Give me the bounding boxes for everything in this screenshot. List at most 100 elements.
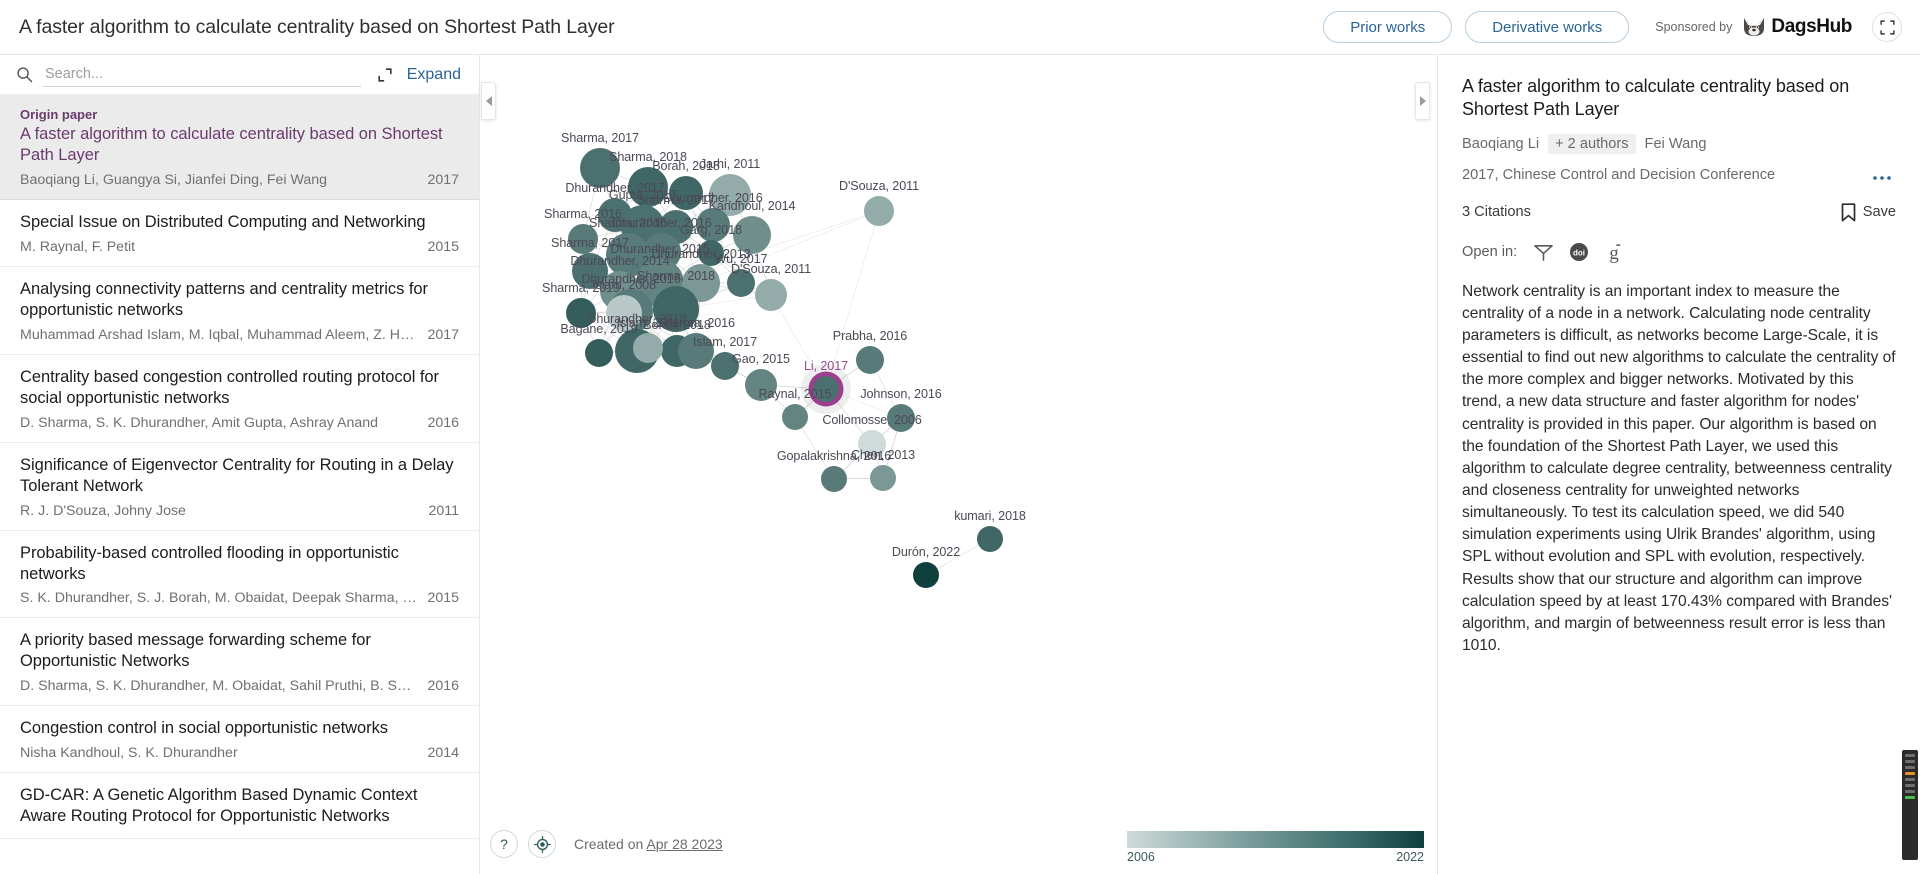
paper-year: 2016 [427, 678, 459, 695]
semantic-scholar-icon[interactable] [1533, 242, 1554, 263]
legend-gradient-bar [1127, 831, 1424, 848]
graph-node[interactable] [678, 333, 714, 369]
graph-network[interactable] [480, 55, 1437, 874]
list-item[interactable]: Origin paper A faster algorithm to calcu… [0, 95, 479, 200]
graph-nodes [566, 148, 1003, 588]
graph-node[interactable] [727, 269, 755, 297]
expand-button[interactable]: Expand [407, 66, 465, 84]
paper-year: 2017 [427, 326, 459, 343]
widget-tick [1905, 784, 1915, 787]
list-item[interactable]: Significance of Eigenvector Centrality f… [0, 443, 479, 531]
list-item[interactable]: Analysing connectivity patterns and cent… [0, 267, 479, 355]
top-bar: A faster algorithm to calculate centrali… [0, 0, 1920, 55]
scroll-indicator-widget[interactable] [1902, 750, 1918, 860]
graph-node[interactable] [977, 526, 1003, 552]
paper-meta: R. J. D'Souza, Johny Jose 2011 [20, 503, 459, 519]
svg-text:doi: doi [1573, 249, 1585, 258]
graph-node[interactable] [887, 404, 915, 432]
paper-title: Centrality based congestion controlled r… [20, 367, 439, 407]
graph-node[interactable] [782, 404, 808, 430]
created-on-date[interactable]: Apr 28 2023 [646, 836, 722, 852]
graph-node[interactable] [856, 346, 884, 374]
graph-node[interactable] [568, 224, 598, 254]
paper-meta: D. Sharma, S. K. Dhurandher, Amit Gupta,… [20, 415, 459, 431]
detail-venue-row: 2017, Chinese Control and Decision Confe… [1462, 166, 1896, 185]
ellipsis-icon [1873, 175, 1891, 180]
created-on-text: Created on Apr 28 2023 [574, 836, 723, 852]
graph-node[interactable] [711, 352, 739, 380]
paper-meta: Baoqiang Li, Guangya Si, Jianfei Ding, F… [20, 172, 459, 188]
widget-tick-green [1905, 796, 1915, 799]
list-item[interactable]: Special Issue on Distributed Computing a… [0, 200, 479, 267]
graph-node[interactable] [606, 295, 642, 331]
list-item[interactable]: Probability-based controlled flooding in… [0, 531, 479, 619]
fullscreen-button[interactable] [1872, 12, 1902, 42]
additional-authors-chip[interactable]: + 2 authors [1548, 133, 1636, 154]
expand-diagonal-icon[interactable] [375, 65, 395, 85]
paper-list[interactable]: Origin paper A faster algorithm to calcu… [0, 95, 479, 874]
graph-node[interactable] [566, 298, 596, 328]
graph-node[interactable] [813, 376, 839, 402]
fullscreen-icon [1879, 19, 1895, 35]
graph-node[interactable] [628, 167, 668, 207]
list-item[interactable]: A priority based message forwarding sche… [0, 618, 479, 707]
collapse-detail-handle[interactable] [1415, 82, 1430, 120]
collapse-sidebar-handle[interactable] [481, 82, 496, 120]
chevron-left-icon [485, 96, 492, 106]
paper-authors: Muhammad Arshad Islam, M. Iqbal, Muhamma… [20, 326, 418, 343]
save-button[interactable]: Save [1841, 203, 1896, 222]
more-options-button[interactable] [1868, 166, 1896, 185]
dagshub-logo[interactable]: DagsHub [1741, 16, 1852, 38]
author-last[interactable]: Fei Wang [1645, 136, 1707, 152]
open-in-row: Open in: doi g [1462, 242, 1896, 263]
graph-node[interactable] [633, 333, 663, 363]
graph-node[interactable] [913, 562, 939, 588]
graph-node[interactable] [585, 339, 613, 367]
graph-node[interactable] [864, 196, 894, 226]
search-input[interactable] [43, 62, 361, 87]
graph-node[interactable] [858, 430, 886, 458]
paper-meta: M. Raynal, F. Petit 2015 [20, 239, 459, 255]
graph-node[interactable] [696, 208, 730, 242]
list-item[interactable]: Centrality based congestion controlled r… [0, 355, 479, 443]
graph-node[interactable] [821, 466, 847, 492]
help-button[interactable]: ? [490, 830, 518, 858]
abstract-text: Network centrality is an important index… [1462, 282, 1896, 655]
graph-node[interactable] [669, 176, 703, 210]
paper-title: Significance of Eigenvector Centrality f… [20, 455, 454, 495]
graph-node[interactable] [698, 240, 724, 266]
google-scholar-icon[interactable]: g [1604, 242, 1624, 263]
list-item[interactable]: GD-CAR: A Genetic Algorithm Based Dynami… [0, 773, 479, 840]
legend-min-year: 2006 [1127, 850, 1155, 864]
legend-max-year: 2022 [1396, 850, 1424, 864]
list-item[interactable]: Congestion control in social opportunist… [0, 706, 479, 774]
author-first[interactable]: Baoqiang Li [1462, 136, 1539, 152]
widget-tick [1905, 778, 1915, 781]
year-color-legend: 2006 2022 [1127, 831, 1424, 864]
paper-year: 2017 [427, 171, 459, 188]
doi-icon[interactable]: doi [1569, 242, 1589, 262]
graph-node[interactable] [733, 216, 771, 254]
created-on-prefix: Created on [574, 836, 647, 852]
search-icon [16, 66, 33, 83]
paper-title: Congestion control in social opportunist… [20, 719, 388, 738]
topbar-actions: Prior works Derivative works Sponsored b… [1323, 11, 1920, 43]
widget-tick [1905, 790, 1915, 793]
detail-title: A faster algorithm to calculate centrali… [1462, 76, 1850, 120]
graph-node[interactable] [745, 369, 777, 401]
graph-node[interactable] [653, 286, 699, 332]
graph-node[interactable] [755, 279, 787, 311]
focus-button[interactable] [528, 830, 556, 858]
derivative-works-button[interactable]: Derivative works [1465, 11, 1630, 43]
graph-node[interactable] [870, 465, 896, 491]
graph-node[interactable] [580, 148, 620, 188]
save-label: Save [1862, 204, 1896, 221]
detail-panel: A faster algorithm to calculate centrali… [1437, 55, 1920, 874]
paper-title: A faster algorithm to calculate centrali… [20, 125, 443, 164]
prior-works-button[interactable]: Prior works [1323, 11, 1453, 43]
svg-text:g: g [1609, 243, 1619, 263]
graph-canvas[interactable]: Sharma, 2017 Sharma, 2018 Borah, 2018 Jarhi… [480, 55, 1437, 874]
open-in-label: Open in: [1462, 244, 1518, 261]
legend-labels: 2006 2022 [1127, 850, 1424, 864]
focus-target-icon [533, 835, 551, 853]
